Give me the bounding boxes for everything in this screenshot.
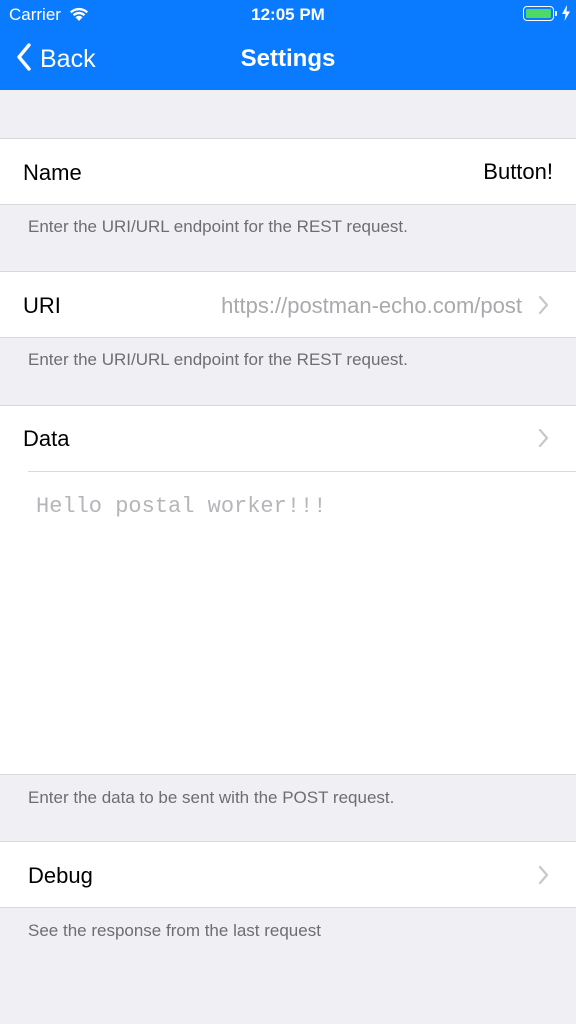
data-label: Data xyxy=(23,426,70,451)
debug-row[interactable]: Debug xyxy=(0,841,576,908)
uri-help-text: Enter the URI/URL endpoint for the REST … xyxy=(28,350,408,369)
debug-help-text: See the response from the last request xyxy=(28,921,321,940)
name-row[interactable]: Name Button! xyxy=(0,138,576,205)
uri-help-text-top: Enter the URI/URL endpoint for the REST … xyxy=(28,217,408,236)
uri-row[interactable]: URI https://postman-echo.com/post xyxy=(0,271,576,338)
battery-icon xyxy=(523,6,554,21)
name-label: Name xyxy=(23,160,82,185)
uri-label: URI xyxy=(23,293,61,318)
divider xyxy=(28,471,576,472)
charging-bolt-icon xyxy=(561,5,571,26)
data-help-text: Enter the data to be sent with the POST … xyxy=(28,788,395,807)
debug-label: Debug xyxy=(28,863,93,888)
status-time: 12:05 PM xyxy=(251,5,325,24)
name-value[interactable]: Button! xyxy=(483,159,553,185)
chevron-right-icon xyxy=(538,428,549,453)
chevron-right-icon xyxy=(538,295,549,320)
navigation-bar: Back Settings xyxy=(0,30,576,90)
page-title: Settings xyxy=(240,45,336,72)
status-bar: Carrier 12:05 PM xyxy=(0,0,576,30)
uri-value: https://postman-echo.com/post xyxy=(221,293,522,318)
chevron-right-icon xyxy=(538,865,549,890)
data-section: Data xyxy=(0,405,576,775)
data-textarea[interactable] xyxy=(0,494,576,764)
